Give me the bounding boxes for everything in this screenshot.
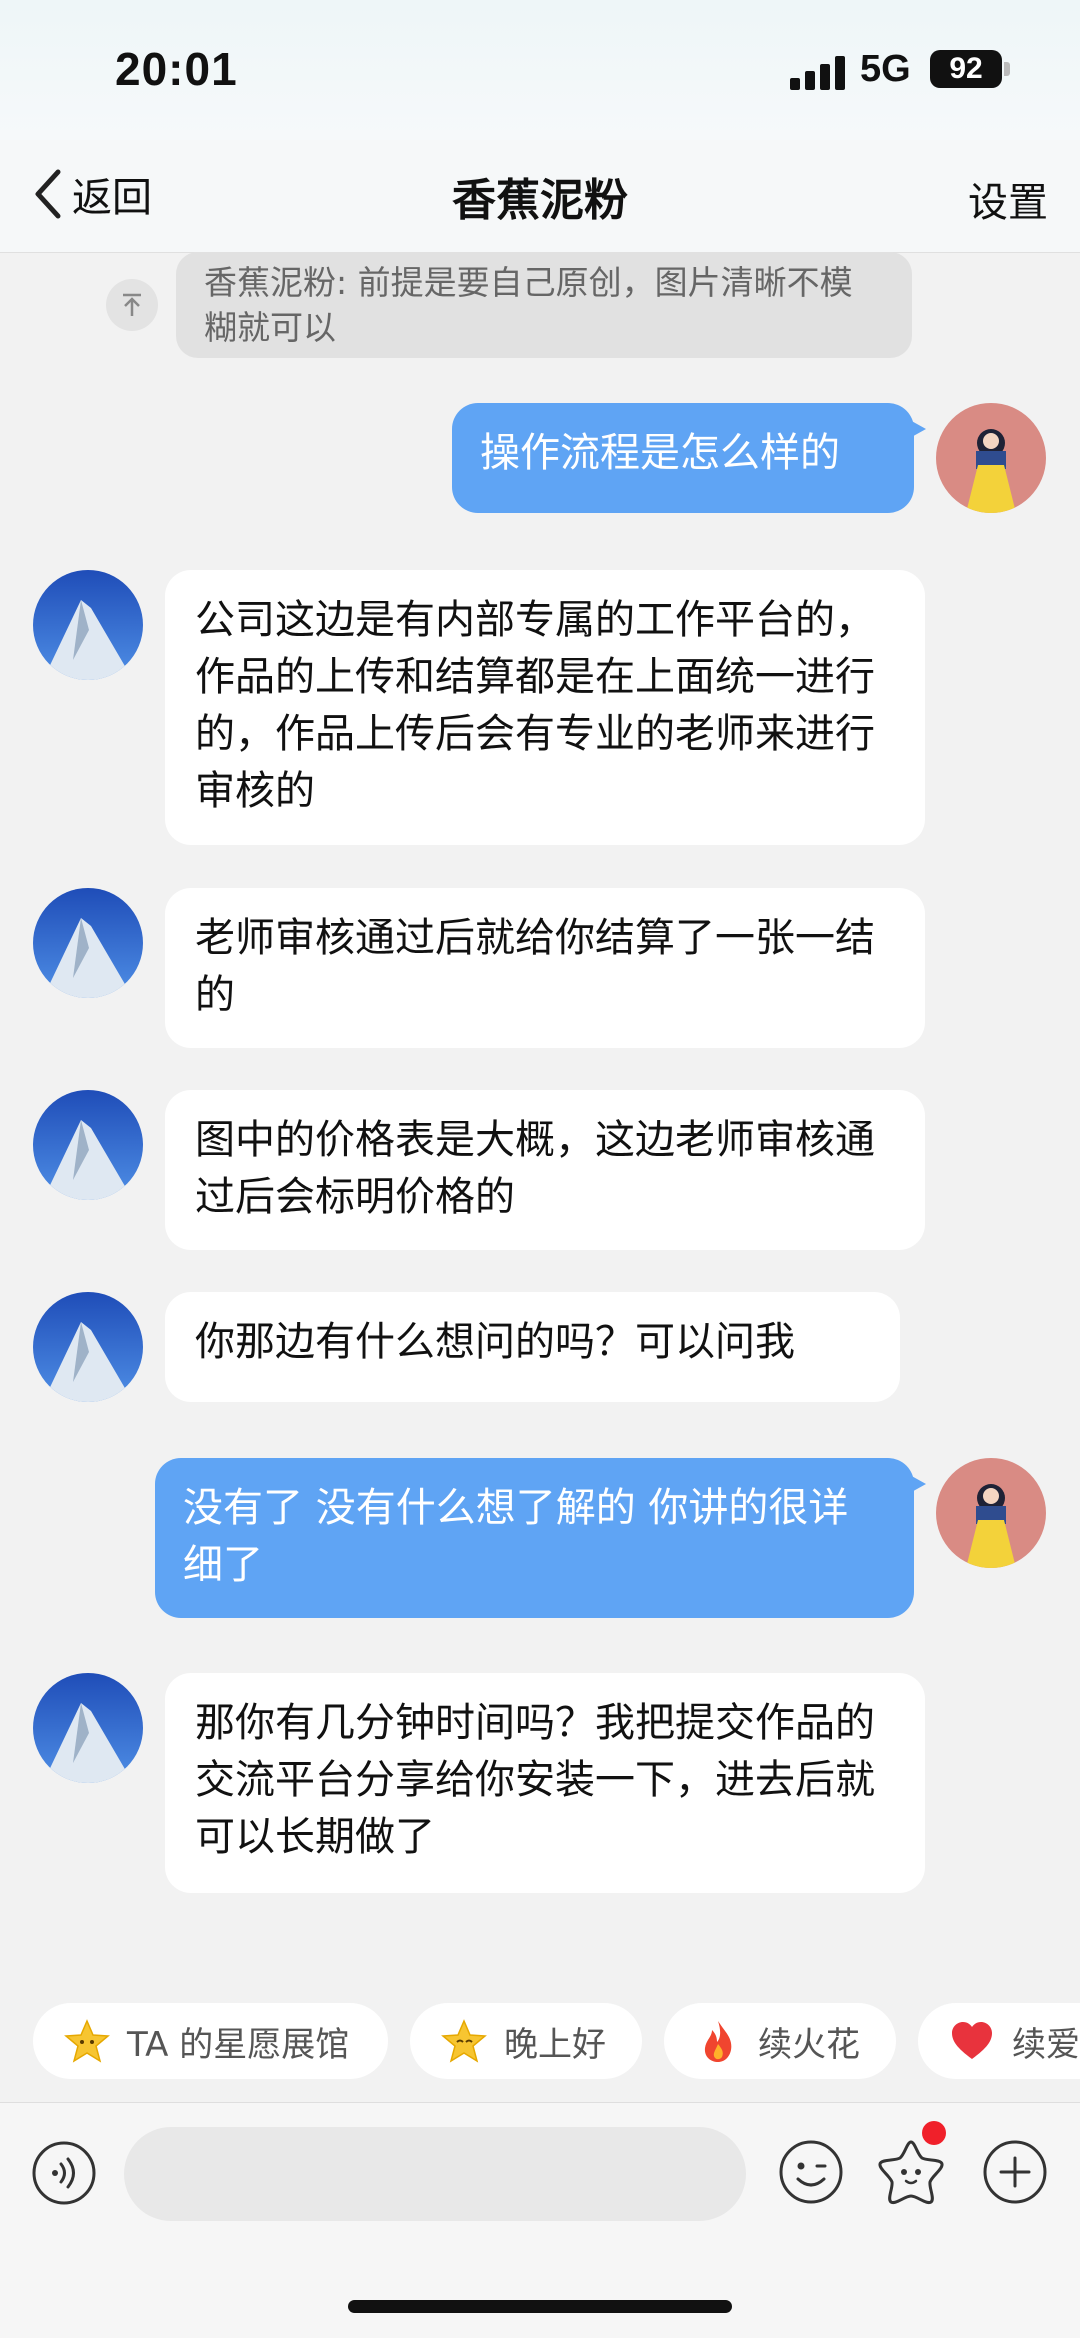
voice-button[interactable] — [30, 2139, 98, 2207]
star-face-icon — [440, 2017, 488, 2065]
message-bubble-in[interactable]: 那你有几分钟时间吗？我把提交作品的交流平台分享给你安装一下，进去后就可以长期做了 — [165, 1673, 925, 1893]
quick-actions: TA 的星愿展馆 晚上好 续火花 续爱 — [0, 2003, 1080, 2079]
chip-star-gallery[interactable]: TA 的星愿展馆 — [33, 2003, 388, 2079]
chip-spark[interactable]: 续火花 — [664, 2003, 896, 2079]
status-time: 20:01 — [115, 43, 238, 95]
chip-label: 晚上好 — [504, 2024, 606, 2065]
chip-label: 续火花 — [758, 2024, 860, 2065]
settings-button[interactable]: 设置 — [968, 170, 1048, 228]
chip-label: TA 的星愿展馆 — [127, 2024, 350, 2065]
contact-avatar[interactable] — [33, 1090, 143, 1200]
message-bubble-out[interactable]: 没有了 没有什么想了解的 你讲的很详细了 — [155, 1458, 926, 1618]
message-bubble-in[interactable]: 图中的价格表是大概，这边老师审核通过后会标明价格的 — [165, 1090, 925, 1250]
contact-avatar[interactable] — [33, 1292, 143, 1402]
battery-tip — [1004, 62, 1010, 76]
contact-avatar[interactable] — [33, 1673, 143, 1783]
message-bubble-out[interactable]: 操作流程是怎么样的 — [452, 403, 926, 513]
smiley-icon — [779, 2140, 843, 2204]
heart-icon — [948, 2017, 996, 2065]
battery-icon: 92 — [930, 50, 1002, 88]
pinned-message[interactable]: 香蕉泥粉: 前提是要自己原创，图片清晰不模糊就可以 — [176, 252, 912, 358]
network-type: 5G — [860, 48, 911, 90]
emoji-button[interactable] — [776, 2137, 846, 2207]
fire-icon — [694, 2017, 742, 2065]
voice-icon — [32, 2141, 96, 2205]
signal-icon — [790, 56, 846, 90]
contact-avatar[interactable] — [33, 570, 143, 680]
contact-avatar[interactable] — [33, 888, 143, 998]
add-button[interactable] — [980, 2137, 1050, 2207]
message-bubble-in[interactable]: 公司这边是有内部专属的工作平台的，作品的上传和结算都是在上面统一进行的，作品上传… — [165, 570, 925, 845]
star-face-icon — [878, 2140, 944, 2205]
pin-top-icon[interactable] — [106, 279, 158, 331]
chat-title: 香蕉泥粉 — [452, 175, 628, 226]
home-indicator — [348, 2300, 732, 2313]
chip-love[interactable]: 续爱 — [918, 2003, 1080, 2079]
nav-bar: 返回 香蕉泥粉 设置 — [0, 140, 1080, 253]
my-avatar[interactable] — [936, 1458, 1046, 1568]
message-bubble-in[interactable]: 老师审核通过后就给你结算了一张一结的 — [165, 888, 925, 1048]
star-face-icon — [63, 2017, 111, 2065]
message-input[interactable] — [124, 2127, 746, 2221]
plus-circle-icon — [983, 2140, 1047, 2204]
star-button[interactable] — [874, 2135, 948, 2209]
chip-label: 续爱 — [1012, 2024, 1080, 2065]
my-avatar[interactable] — [936, 403, 1046, 513]
message-bubble-in[interactable]: 你那边有什么想问的吗？可以问我 — [165, 1292, 900, 1402]
status-bar: 20:01 5G 92 — [0, 0, 1080, 140]
notification-badge — [922, 2121, 946, 2145]
chip-good-evening[interactable]: 晚上好 — [410, 2003, 642, 2079]
